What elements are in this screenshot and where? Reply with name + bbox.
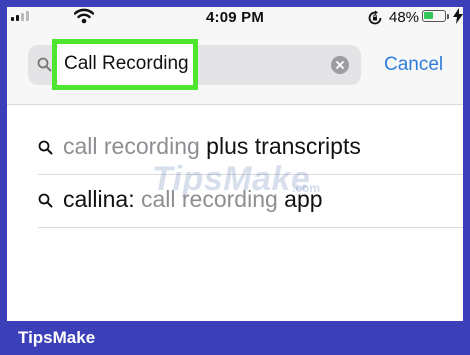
clear-icon[interactable] <box>331 56 349 74</box>
footer-bar: TipsMake <box>0 321 470 355</box>
suggestion-typed: call recording <box>63 133 200 159</box>
suggestion-completion: app <box>277 186 323 212</box>
row-divider <box>38 227 470 228</box>
search-icon <box>38 140 53 160</box>
footer-brand: TipsMake <box>18 328 96 347</box>
suggestion-item[interactable]: callina: call recording app <box>38 180 433 224</box>
search-input[interactable]: Call Recording <box>64 53 189 75</box>
suggestion-middle: call recording <box>140 186 278 212</box>
status-bar: 4:09 PM 48% <box>0 0 470 34</box>
suggestion-text: callina: call recording app <box>63 186 323 213</box>
suggestion-typed: callina: <box>63 186 141 212</box>
search-icon <box>38 193 53 213</box>
battery-percent: 48% <box>389 9 420 26</box>
battery-nub <box>447 14 449 19</box>
header-divider <box>0 104 470 105</box>
battery-icon <box>422 10 446 22</box>
charging-bolt-icon <box>453 8 463 29</box>
suggestion-text: call recording plus transcripts <box>63 133 361 160</box>
suggestion-completion: plus transcripts <box>199 133 361 159</box>
cancel-button[interactable]: Cancel <box>384 54 443 76</box>
search-icon <box>37 57 52 77</box>
orientation-lock-icon <box>367 10 383 31</box>
